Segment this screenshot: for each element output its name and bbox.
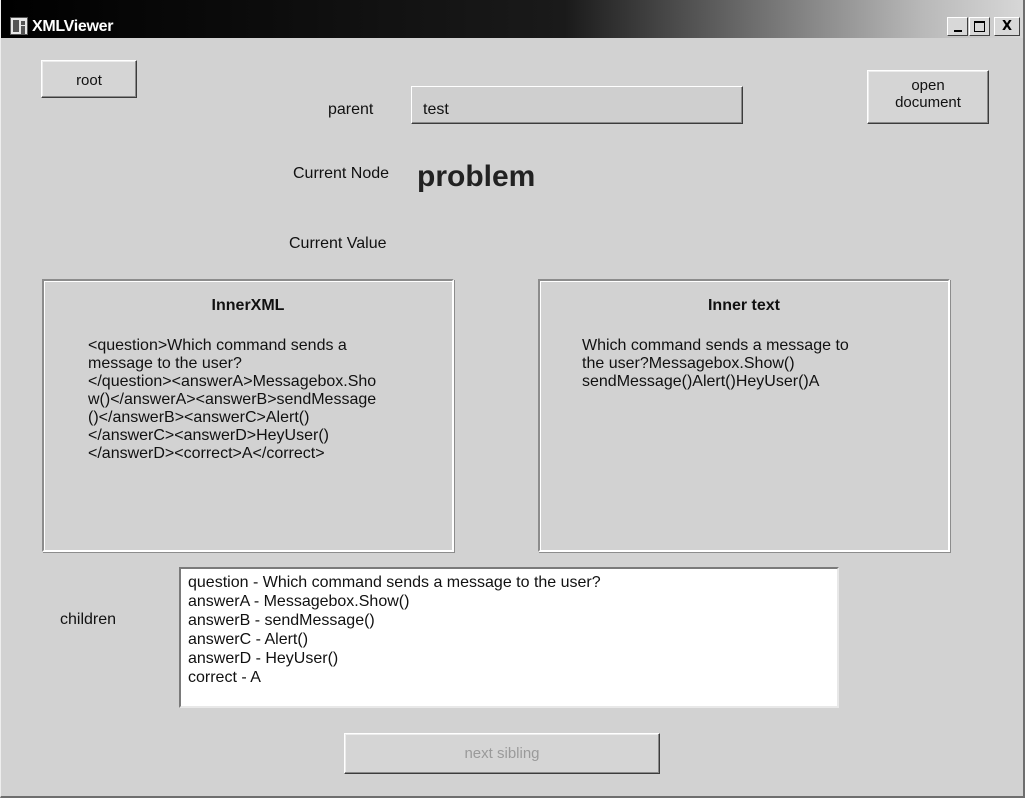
children-label: children [60,611,117,628]
inner-xml-line: ()</answerB><answerC>Alert() [88,409,310,426]
inner-text-title: Inner text [707,297,780,314]
app-icon[interactable] [10,17,28,35]
list-item[interactable]: answerC - Alert() [188,630,837,649]
children-listbox[interactable]: question - Which command sends a message… [179,567,839,708]
close-icon: X [1001,19,1013,34]
current-node-label: Current Node [293,165,390,182]
parent-button[interactable]: test [411,86,743,124]
current-node-value: problem [417,160,536,193]
inner-xml-line: message to the user? [88,355,242,372]
list-item[interactable]: correct - A [188,668,837,687]
parent-label: parent [328,101,374,118]
open-document-button[interactable]: open document [867,70,989,124]
minimize-icon [953,29,962,32]
open-document-label-line2: document [895,94,961,111]
inner-text-line: sendMessage()Alert()HeyUser()A [582,373,820,390]
inner-xml-line: </answerD><correct>A</correct> [88,445,325,462]
list-item[interactable]: answerA - Messagebox.Show() [188,592,837,611]
current-value-label: Current Value [289,235,387,252]
inner-xml-line: </question><answerA>Messagebox.Sho [88,373,377,390]
inner-text-text: Which command sends a message to the use… [582,337,912,391]
inner-xml-panel: InnerXML <question>Which command sends a… [42,279,454,552]
inner-text-panel: Inner text Which command sends a message… [538,279,950,552]
maximize-icon [974,21,985,32]
inner-text-line: the user?Messagebox.Show() [582,355,795,372]
list-item[interactable]: answerD - HeyUser() [188,649,837,668]
window-title: XMLViewer [32,18,114,35]
parent-value: test [423,101,449,118]
list-item[interactable]: answerB - sendMessage() [188,611,837,630]
next-sibling-button[interactable]: next sibling [344,733,660,774]
title-bar[interactable]: XMLViewer X [1,0,1023,38]
inner-xml-line: w()</answerA><answerB>sendMessage [88,391,377,408]
inner-xml-text: <question>Which command sends a message … [88,337,404,463]
close-button[interactable]: X [994,17,1020,36]
inner-xml-title: InnerXML [211,297,285,314]
inner-xml-line: <question>Which command sends a [88,337,347,354]
inner-xml-line: </answerC><answerD>HeyUser() [88,427,329,444]
open-document-label-line1: open [911,77,945,94]
inner-text-line: Which command sends a message to [582,337,849,354]
xmlviewer-window: XMLViewer X root parent test open docume… [0,0,1025,798]
list-item[interactable]: question - Which command sends a message… [188,573,837,592]
minimize-button[interactable] [947,17,968,36]
maximize-button[interactable] [969,17,990,36]
root-button[interactable]: root [41,60,137,98]
